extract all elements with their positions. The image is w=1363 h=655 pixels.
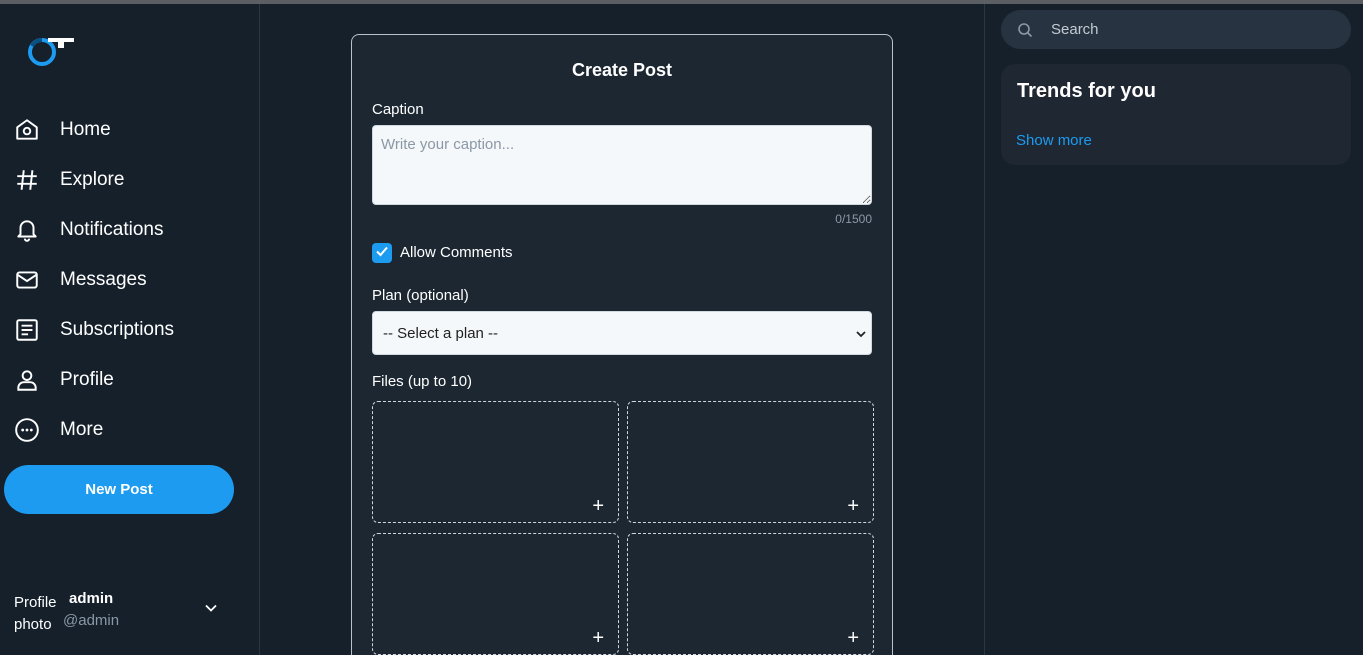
bell-icon [14, 217, 40, 243]
nav-item-home[interactable]: Home [0, 105, 259, 155]
plan-select[interactable]: -- Select a plan -- [372, 311, 872, 355]
show-more-link[interactable]: Show more [1016, 132, 1092, 149]
check-icon [375, 244, 389, 263]
files-label: Files (up to 10) [372, 373, 473, 390]
plus-icon: + [847, 627, 859, 649]
more-icon [14, 417, 40, 443]
document-icon [14, 317, 40, 343]
search-bar[interactable] [1001, 10, 1351, 49]
file-upload-slot[interactable]: + [372, 401, 619, 523]
chevron-down-icon [855, 327, 867, 339]
sidebar: Home Explore Notifications Messages Subs… [0, 4, 260, 655]
new-post-button[interactable]: New Post [4, 465, 234, 514]
create-post-form: Create Post Caption 0/1500 Allow Comment… [351, 34, 893, 655]
nav-item-notifications[interactable]: Notifications [0, 205, 259, 255]
file-upload-slot[interactable]: + [627, 401, 874, 523]
allow-comments-label: Allow Comments [400, 244, 513, 261]
main-nav: Home Explore Notifications Messages Subs… [0, 105, 259, 455]
plan-selected-value: -- Select a plan -- [383, 324, 499, 342]
nav-item-messages[interactable]: Messages [0, 255, 259, 305]
caption-label: Caption [372, 101, 424, 118]
account-switcher[interactable]: Profile photo admin @admin [14, 590, 234, 640]
nav-item-more[interactable]: More [0, 405, 259, 455]
user-display-name: admin [69, 590, 114, 607]
nav-item-subscriptions[interactable]: Subscriptions [0, 305, 259, 355]
allow-comments-checkbox[interactable] [372, 243, 392, 263]
chevron-down-icon [203, 600, 219, 616]
nav-item-label: Notifications [60, 219, 164, 240]
nav-item-label: Subscriptions [60, 319, 175, 340]
user-icon [14, 367, 40, 393]
nav-item-explore[interactable]: Explore [0, 155, 259, 205]
caption-char-counter: 0/1500 [835, 212, 872, 226]
trends-panel: Trends for you Show more [1001, 64, 1351, 165]
plus-icon: + [592, 495, 604, 517]
search-input[interactable] [1051, 10, 1331, 49]
file-upload-slot[interactable]: + [372, 533, 619, 655]
home-icon [14, 117, 40, 143]
file-upload-slot[interactable]: + [627, 533, 874, 655]
nav-item-label: Messages [60, 269, 147, 290]
mail-icon [14, 267, 40, 293]
search-icon [1017, 22, 1033, 38]
app-logo[interactable] [26, 34, 78, 70]
nav-item-label: Profile [60, 369, 114, 390]
nav-item-label: Explore [60, 169, 125, 190]
nav-item-label: More [60, 419, 104, 440]
user-handle: @admin [63, 612, 120, 629]
caption-input[interactable] [372, 125, 872, 205]
right-column: Trends for you Show more [984, 4, 1363, 655]
trends-title: Trends for you [1017, 80, 1156, 102]
nav-item-profile[interactable]: Profile [0, 355, 259, 405]
hash-icon [14, 167, 40, 193]
nav-item-label: Home [60, 119, 111, 140]
plus-icon: + [592, 627, 604, 649]
plus-icon: + [847, 495, 859, 517]
plan-label: Plan (optional) [372, 287, 469, 304]
form-title: Create Post [571, 60, 673, 80]
avatar: Profile photo [14, 594, 57, 633]
